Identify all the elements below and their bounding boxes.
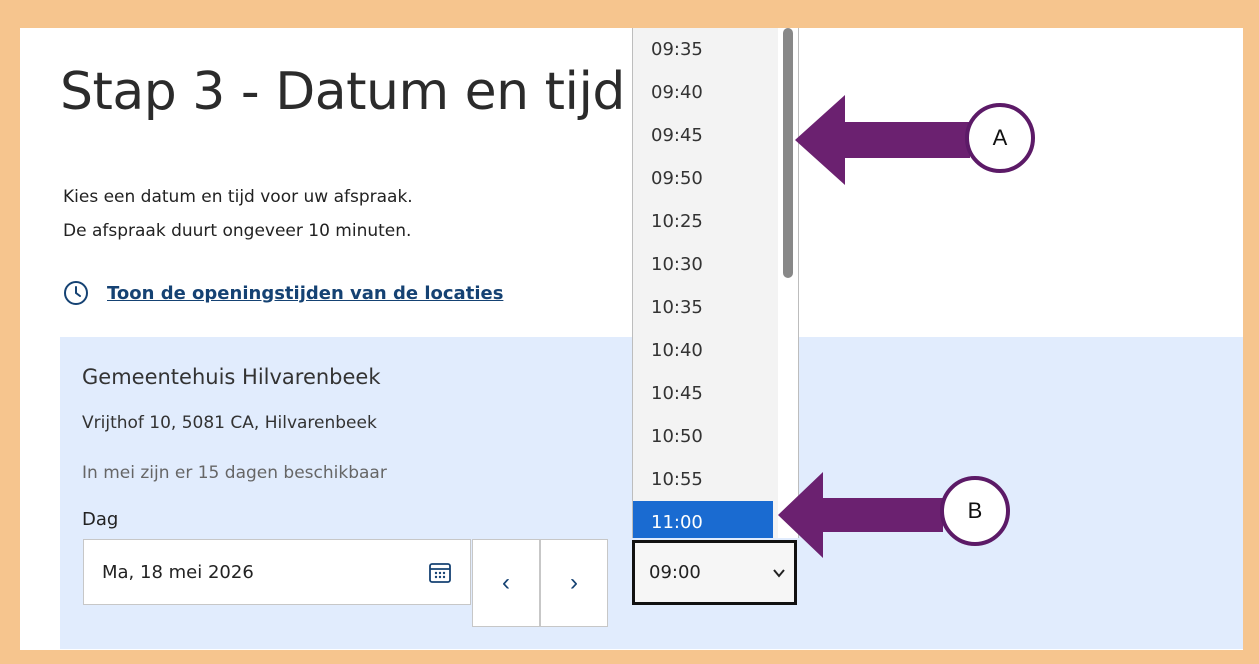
time-option[interactable]: 10:35 xyxy=(633,286,773,329)
calendar-icon[interactable] xyxy=(428,560,452,584)
time-option[interactable]: 10:30 xyxy=(633,243,773,286)
chevron-right-icon: › xyxy=(570,569,578,596)
time-dropdown-list[interactable]: 09:35 09:40 09:45 09:50 10:25 10:30 10:35 10:40… xyxy=(632,28,799,538)
intro-text: Kies een datum en tijd voor uw afspraak.… xyxy=(63,180,413,248)
intro-line-1: Kies een datum en tijd voor uw afspraak. xyxy=(63,187,413,207)
time-option[interactable]: 10:45 xyxy=(633,372,773,415)
annotation-label-a: A xyxy=(965,103,1035,173)
time-option[interactable]: 11:00 xyxy=(633,501,773,538)
day-label: Dag xyxy=(82,509,119,530)
opening-hours-link[interactable]: Toon de openingstijden van de locaties xyxy=(63,280,503,306)
scrollbar-thumb[interactable] xyxy=(783,28,793,278)
time-select-value: 09:00 xyxy=(649,562,701,583)
location-name: Gemeentehuis Hilvarenbeek xyxy=(82,365,381,389)
clock-icon xyxy=(64,281,88,305)
time-option[interactable]: 09:40 xyxy=(633,71,773,114)
chevron-down-icon xyxy=(773,568,785,578)
annotation-arrow-b xyxy=(778,472,943,558)
annotation-label-b: B xyxy=(940,476,1010,546)
time-option[interactable]: 09:45 xyxy=(633,114,773,157)
date-value: Ma, 18 mei 2026 xyxy=(102,561,254,583)
annotation-arrow-a xyxy=(795,95,970,185)
time-options: 09:35 09:40 09:45 09:50 10:25 10:30 10:35 10:40… xyxy=(633,28,798,538)
time-option[interactable]: 09:35 xyxy=(633,28,773,71)
availability-text: In mei zijn er 15 dagen beschikbaar xyxy=(82,463,387,483)
intro-line-2: De afspraak duurt ongeveer 10 minuten. xyxy=(63,221,412,241)
time-option[interactable]: 10:55 xyxy=(633,458,773,501)
chevron-left-icon: ‹ xyxy=(502,569,510,596)
time-option[interactable]: 10:25 xyxy=(633,200,773,243)
time-option[interactable]: 09:50 xyxy=(633,157,773,200)
next-day-button[interactable]: › xyxy=(540,539,608,627)
location-address: Vrijthof 10, 5081 CA, Hilvarenbeek xyxy=(82,413,377,433)
time-option[interactable]: 10:40 xyxy=(633,329,773,372)
previous-day-button[interactable]: ‹ xyxy=(472,539,540,627)
opening-hours-link-label: Toon de openingstijden van de locaties xyxy=(107,282,504,304)
page-frame: Stap 3 - Datum en tijd Kies een datum en… xyxy=(20,28,1243,650)
time-option[interactable]: 10:50 xyxy=(633,415,773,458)
time-select[interactable]: 09:00 xyxy=(632,540,797,605)
page-title: Stap 3 - Datum en tijd xyxy=(60,62,625,122)
date-input[interactable]: Ma, 18 mei 2026 xyxy=(83,539,471,605)
